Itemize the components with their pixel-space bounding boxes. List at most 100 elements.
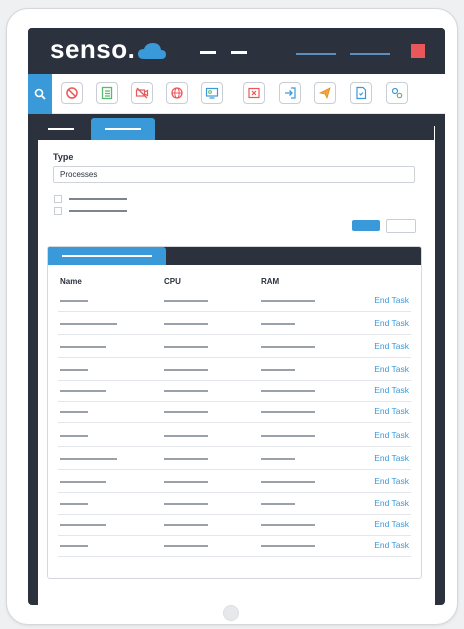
- logo: senso.: [50, 34, 167, 64]
- end-task-link[interactable]: End Task: [374, 430, 409, 440]
- end-task-link[interactable]: End Task: [374, 498, 409, 508]
- option-label-1: [69, 198, 127, 200]
- toolbar: [28, 74, 445, 114]
- process-cpu-cell: [164, 545, 208, 547]
- process-panel: Name CPU RAM End Task End Task End Task End…: [47, 246, 422, 579]
- process-ram-cell: [261, 503, 295, 505]
- process-name-cell: [60, 346, 106, 348]
- end-task-link[interactable]: End Task: [374, 406, 409, 416]
- cloud-icon: [138, 43, 167, 59]
- process-ram-cell: [261, 458, 295, 460]
- process-cpu-cell: [164, 346, 208, 348]
- document-icon[interactable]: [350, 82, 372, 104]
- table-row: End Task: [58, 448, 411, 470]
- process-cpu-cell: [164, 503, 208, 505]
- process-ram-cell: [261, 545, 315, 547]
- process-name-cell: [60, 481, 106, 483]
- process-name-cell: [60, 435, 88, 437]
- process-name-cell: [60, 524, 106, 526]
- menu-dash-1[interactable]: [200, 51, 216, 54]
- process-cpu-cell: [164, 411, 208, 413]
- end-task-link[interactable]: End Task: [374, 364, 409, 374]
- type-label: Type: [53, 152, 74, 162]
- end-task-link[interactable]: End Task: [374, 318, 409, 328]
- process-ram-cell: [261, 390, 315, 392]
- nav-line-2[interactable]: [350, 53, 390, 55]
- end-task-link[interactable]: End Task: [374, 476, 409, 486]
- process-name-cell: [60, 369, 88, 371]
- process-ram-cell: [261, 411, 315, 413]
- option-checkbox-2[interactable]: [54, 207, 62, 215]
- process-name-cell: [60, 458, 117, 460]
- table-row: End Task: [58, 290, 411, 312]
- checklist-icon[interactable]: [96, 82, 118, 104]
- no-video-icon[interactable]: [131, 82, 153, 104]
- remote-desktop-icon[interactable]: [201, 82, 223, 104]
- table-row: End Task: [58, 493, 411, 515]
- option-label-2: [69, 210, 127, 212]
- alert-indicator[interactable]: [411, 44, 425, 58]
- end-task-link[interactable]: End Task: [374, 341, 409, 351]
- process-name-cell: [60, 545, 88, 547]
- process-cpu-cell: [164, 435, 208, 437]
- table-row: End Task: [58, 313, 411, 335]
- process-name-cell: [60, 411, 88, 413]
- col-header-name: Name: [60, 277, 82, 286]
- end-task-link[interactable]: End Task: [374, 519, 409, 529]
- process-cpu-cell: [164, 300, 208, 302]
- end-task-link[interactable]: End Task: [374, 385, 409, 395]
- table-row: End Task: [58, 425, 411, 447]
- process-ram-cell: [261, 300, 315, 302]
- menu-dash-2[interactable]: [231, 51, 247, 54]
- block-icon[interactable]: [61, 82, 83, 104]
- type-select[interactable]: Processes: [53, 166, 415, 183]
- process-ram-cell: [261, 481, 315, 483]
- table-row: End Task: [58, 514, 411, 536]
- process-cpu-cell: [164, 524, 208, 526]
- tab-first[interactable]: [37, 118, 85, 140]
- table-row: End Task: [58, 359, 411, 381]
- logo-text: senso.: [50, 33, 136, 64]
- col-header-ram: RAM: [261, 277, 280, 286]
- search-button[interactable]: [28, 74, 52, 114]
- end-task-link[interactable]: End Task: [374, 295, 409, 305]
- tab-active[interactable]: [91, 118, 155, 140]
- settings-icon[interactable]: [386, 82, 408, 104]
- option-checkbox-1[interactable]: [54, 195, 62, 203]
- process-cpu-cell: [164, 369, 208, 371]
- process-ram-cell: [261, 346, 315, 348]
- apply-button[interactable]: [352, 220, 380, 231]
- close-window-icon[interactable]: [243, 82, 265, 104]
- end-task-link[interactable]: End Task: [374, 453, 409, 463]
- reset-button[interactable]: [386, 219, 416, 233]
- process-ram-cell: [261, 524, 315, 526]
- tab-strip: [37, 118, 434, 140]
- process-cpu-cell: [164, 481, 208, 483]
- nav-line-1[interactable]: [296, 53, 336, 55]
- send-icon[interactable]: [314, 82, 336, 104]
- end-task-link[interactable]: End Task: [374, 540, 409, 550]
- process-ram-cell: [261, 435, 315, 437]
- process-name-cell: [60, 503, 88, 505]
- process-name-cell: [60, 323, 117, 325]
- table-row: End Task: [58, 401, 411, 423]
- globe-icon[interactable]: [166, 82, 188, 104]
- process-ram-cell: [261, 369, 295, 371]
- table-row: End Task: [58, 471, 411, 493]
- process-cpu-cell: [164, 323, 208, 325]
- tab-processes[interactable]: [48, 247, 166, 265]
- table-row: End Task: [58, 336, 411, 358]
- process-name-cell: [60, 300, 88, 302]
- process-cpu-cell: [164, 458, 208, 460]
- process-name-cell: [60, 390, 106, 392]
- process-ram-cell: [261, 323, 295, 325]
- home-button[interactable]: [223, 605, 239, 621]
- table-row: End Task: [58, 380, 411, 402]
- login-icon[interactable]: [279, 82, 301, 104]
- search-icon: [34, 88, 46, 100]
- col-header-cpu: CPU: [164, 277, 181, 286]
- process-panel-header: [48, 247, 421, 265]
- table-row: End Task: [58, 535, 411, 557]
- process-cpu-cell: [164, 390, 208, 392]
- top-bar: senso.: [28, 28, 445, 74]
